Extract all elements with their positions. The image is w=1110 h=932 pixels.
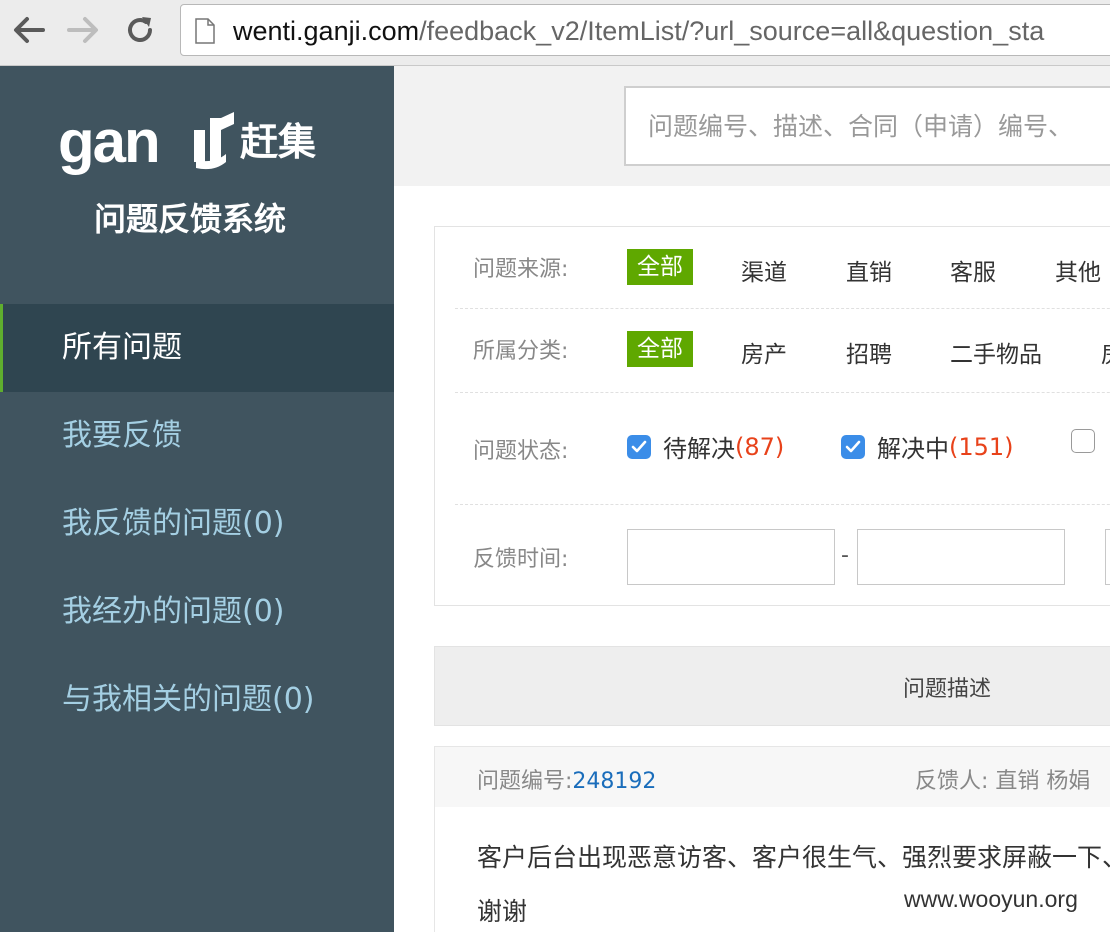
ganji-logo[interactable]: gan 赶集 — [58, 106, 338, 178]
source-option-channel[interactable]: 渠道 — [741, 253, 787, 287]
status-count-in-progress: (151) — [949, 432, 1014, 461]
source-option-other[interactable]: 其他 — [1055, 253, 1101, 287]
sidebar-item-related-to-me[interactable]: 与我相关的问题(0) — [0, 656, 394, 744]
source-option-service[interactable]: 客服 — [950, 253, 996, 287]
category-option-all[interactable]: 全部 — [627, 331, 693, 367]
search-strip — [394, 66, 1110, 186]
source-option-direct[interactable]: 直销 — [846, 253, 892, 287]
sidebar-item-my-handled[interactable]: 我经办的问题(0) — [0, 568, 394, 656]
filter-row-time: 反馈时间: - — [455, 505, 1110, 607]
back-arrow-icon[interactable] — [8, 10, 48, 50]
category-option-more[interactable]: 房 — [1101, 335, 1110, 369]
table-header: 问题描述 — [434, 646, 1110, 726]
status-label-pending: 待解决 — [663, 435, 735, 463]
filter-label-category: 所属分类: — [473, 339, 569, 364]
filter-row-status: 问题状态: 待解决 (87) 解决中 (151) — [455, 393, 1110, 505]
system-title: 问题反馈系统 — [93, 200, 286, 238]
filter-label-time: 反馈时间: — [473, 547, 569, 572]
date-end-input[interactable] — [857, 529, 1065, 585]
category-option-jobs[interactable]: 招聘 — [846, 335, 892, 369]
url-text: wenti.ganji.com/feedback_v2/ItemList/?ur… — [233, 15, 1044, 47]
main-content: 问题来源: 全部 渠道 直销 客服 其他 所属分类: 全部 房产 招聘 二手物品… — [394, 66, 1110, 932]
issue-description[interactable]: 客户后台出现恶意访客、客户很生气、强烈要求屏蔽一下、谢谢 — [477, 831, 1110, 932]
address-bar[interactable]: wenti.ganji.com/feedback_v2/ItemList/?ur… — [180, 4, 1110, 56]
date-start-input[interactable] — [627, 529, 835, 585]
source-option-all[interactable]: 全部 — [627, 249, 693, 285]
issue-id-label: 问题编号: — [477, 769, 573, 794]
date-separator: - — [841, 543, 849, 568]
search-input[interactable] — [624, 86, 1110, 166]
issue-reporter: 反馈人: 直销 杨娟 — [915, 769, 1091, 794]
sidebar-item-all-issues[interactable]: 所有问题 — [0, 304, 394, 392]
issue-card-header: 问题编号:248192 反馈人: 直销 杨娟 — [435, 747, 1110, 807]
sidebar-item-my-feedback[interactable]: 我反馈的问题(0) — [0, 480, 394, 568]
sidebar-item-submit-feedback[interactable]: 我要反馈 — [0, 392, 394, 480]
logo-text: gan — [58, 108, 161, 175]
side-menu: 所有问题 我要反馈 我反馈的问题(0) 我经办的问题(0) 与我相关的问题(0) — [0, 304, 394, 744]
status-checkbox-in-progress[interactable]: 解决中 (151) — [841, 429, 1014, 464]
forward-arrow-icon[interactable] — [64, 10, 104, 50]
filter-panel: 问题来源: 全部 渠道 直销 客服 其他 所属分类: 全部 房产 招聘 二手物品… — [434, 226, 1110, 606]
status-checkbox-pending[interactable]: 待解决 (87) — [627, 429, 784, 464]
category-option-housing[interactable]: 房产 — [741, 335, 787, 369]
filter-label-source: 问题来源: — [473, 257, 569, 282]
checkbox-unchecked-icon[interactable] — [1071, 429, 1095, 453]
checkbox-checked-icon[interactable] — [627, 434, 651, 459]
sidebar: gan 赶集 问题反馈系统 所有问题 我要反馈 我反馈的问题(0) 我经办的问题… — [0, 66, 394, 932]
issue-id-field: 问题编号:248192 — [477, 763, 656, 795]
status-checkbox-third[interactable] — [1071, 429, 1107, 453]
search-button[interactable] — [1105, 529, 1110, 585]
reload-icon[interactable] — [120, 10, 160, 50]
filter-row-category: 所属分类: 全部 房产 招聘 二手物品 房 — [455, 309, 1110, 393]
url-path: /feedback_v2/ItemList/?url_source=all&qu… — [419, 16, 1045, 46]
logo-ji-mark-icon — [190, 110, 240, 170]
url-host: wenti.ganji.com — [233, 16, 420, 46]
filter-row-source: 问题来源: 全部 渠道 直销 客服 其他 — [455, 227, 1110, 309]
issue-id-link[interactable]: 248192 — [572, 769, 656, 794]
page-icon — [195, 18, 215, 48]
filter-label-status: 问题状态: — [473, 439, 569, 464]
logo-cn-text: 赶集 — [240, 120, 317, 164]
status-count-pending: (87) — [735, 432, 785, 461]
watermark: www.wooyun.org — [904, 886, 1078, 912]
browser-toolbar: wenti.ganji.com/feedback_v2/ItemList/?ur… — [0, 0, 1110, 66]
column-header-description: 问题描述 — [903, 677, 992, 702]
status-label-in-progress: 解决中 — [877, 435, 949, 463]
category-option-secondhand[interactable]: 二手物品 — [950, 335, 1042, 369]
checkbox-checked-icon[interactable] — [841, 434, 865, 459]
